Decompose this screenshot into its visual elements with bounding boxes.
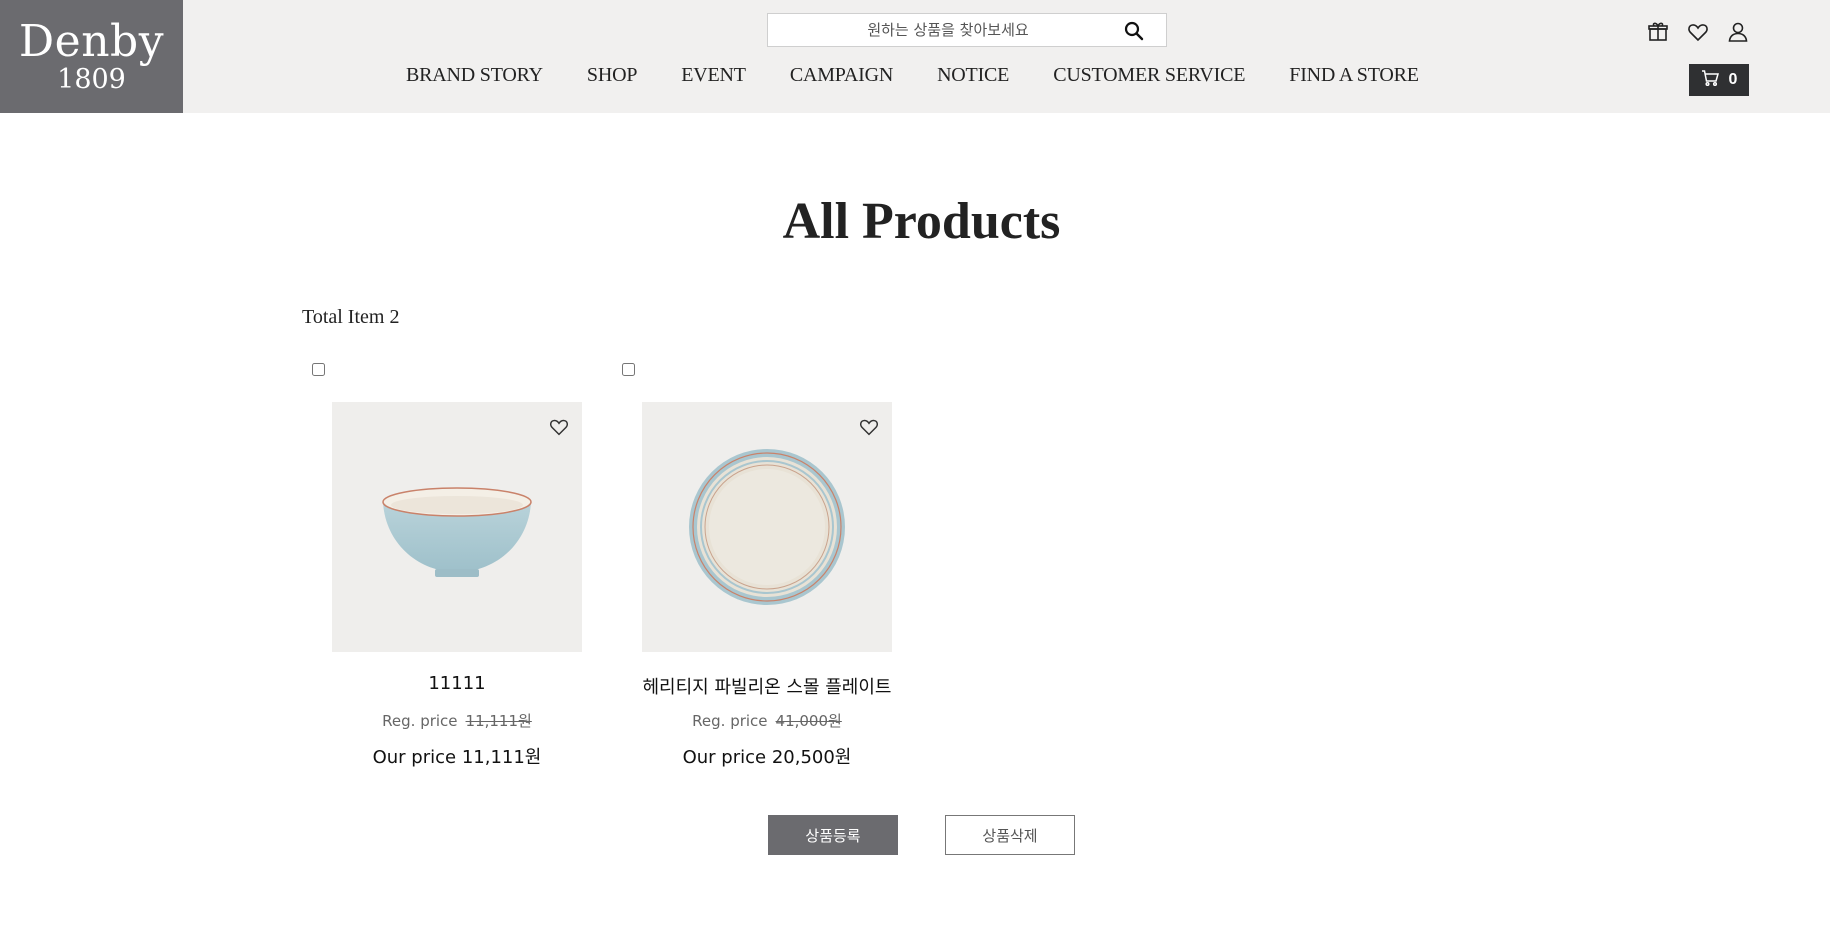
plate-image <box>689 449 845 605</box>
product-image[interactable] <box>642 402 892 652</box>
main-nav: BRAND STORY SHOP EVENT CAMPAIGN NOTICE C… <box>406 64 1463 87</box>
site-header: Denby 1809 BRAND STORY SHOP EVENT CAMPAI… <box>0 0 1830 113</box>
register-product-button[interactable]: 상품등록 <box>768 815 898 855</box>
search-box <box>767 13 1167 47</box>
product-name[interactable]: 11111 <box>292 673 622 694</box>
logo-brand: Denby <box>18 15 165 67</box>
nav-notice[interactable]: NOTICE <box>937 64 1009 87</box>
search-icon[interactable] <box>1124 21 1144 41</box>
delete-product-button[interactable]: 상품삭제 <box>945 815 1075 855</box>
nav-shop[interactable]: SHOP <box>587 64 638 87</box>
cart-button[interactable]: 0 <box>1689 64 1749 96</box>
utility-icons <box>1646 20 1750 44</box>
cart-icon <box>1701 69 1719 91</box>
regular-price: Reg. price 41,000원 <box>602 710 932 731</box>
our-price: Our price 11,111원 <box>372 747 542 768</box>
regular-price-label: Reg. price <box>382 712 458 730</box>
logo[interactable]: Denby 1809 <box>0 0 183 113</box>
logo-year: 1809 <box>57 63 126 95</box>
nav-event[interactable]: EVENT <box>681 64 746 87</box>
user-icon[interactable] <box>1726 20 1750 44</box>
nav-campaign[interactable]: CAMPAIGN <box>790 64 893 87</box>
product-image[interactable] <box>332 402 582 652</box>
favorite-heart-icon[interactable] <box>858 416 880 438</box>
bowl-image <box>382 487 532 577</box>
nav-customer-service[interactable]: CUSTOMER SERVICE <box>1053 64 1245 87</box>
gift-icon[interactable] <box>1646 20 1670 44</box>
regular-price-value: 41,000원 <box>775 712 842 730</box>
product-select-checkbox[interactable] <box>622 363 635 376</box>
wishlist-heart-icon[interactable] <box>1686 20 1710 44</box>
favorite-heart-icon[interactable] <box>548 416 570 438</box>
nav-find-a-store[interactable]: FIND A STORE <box>1289 64 1419 87</box>
total-item-count: Total Item 2 <box>302 306 400 328</box>
product-select-checkbox[interactable] <box>312 363 325 376</box>
product-name[interactable]: 헤리티지 파빌리온 스몰 플레이트 <box>602 673 932 699</box>
our-price: Our price 20,500원 <box>682 747 852 768</box>
regular-price-value: 11,111원 <box>465 712 532 730</box>
regular-price-label: Reg. price <box>692 712 768 730</box>
search-input[interactable] <box>768 15 1128 45</box>
nav-brand-story[interactable]: BRAND STORY <box>406 64 543 87</box>
regular-price: Reg. price 11,111원 <box>292 710 622 731</box>
cart-count: 0 <box>1728 71 1738 88</box>
page-title: All Products <box>782 193 1061 250</box>
